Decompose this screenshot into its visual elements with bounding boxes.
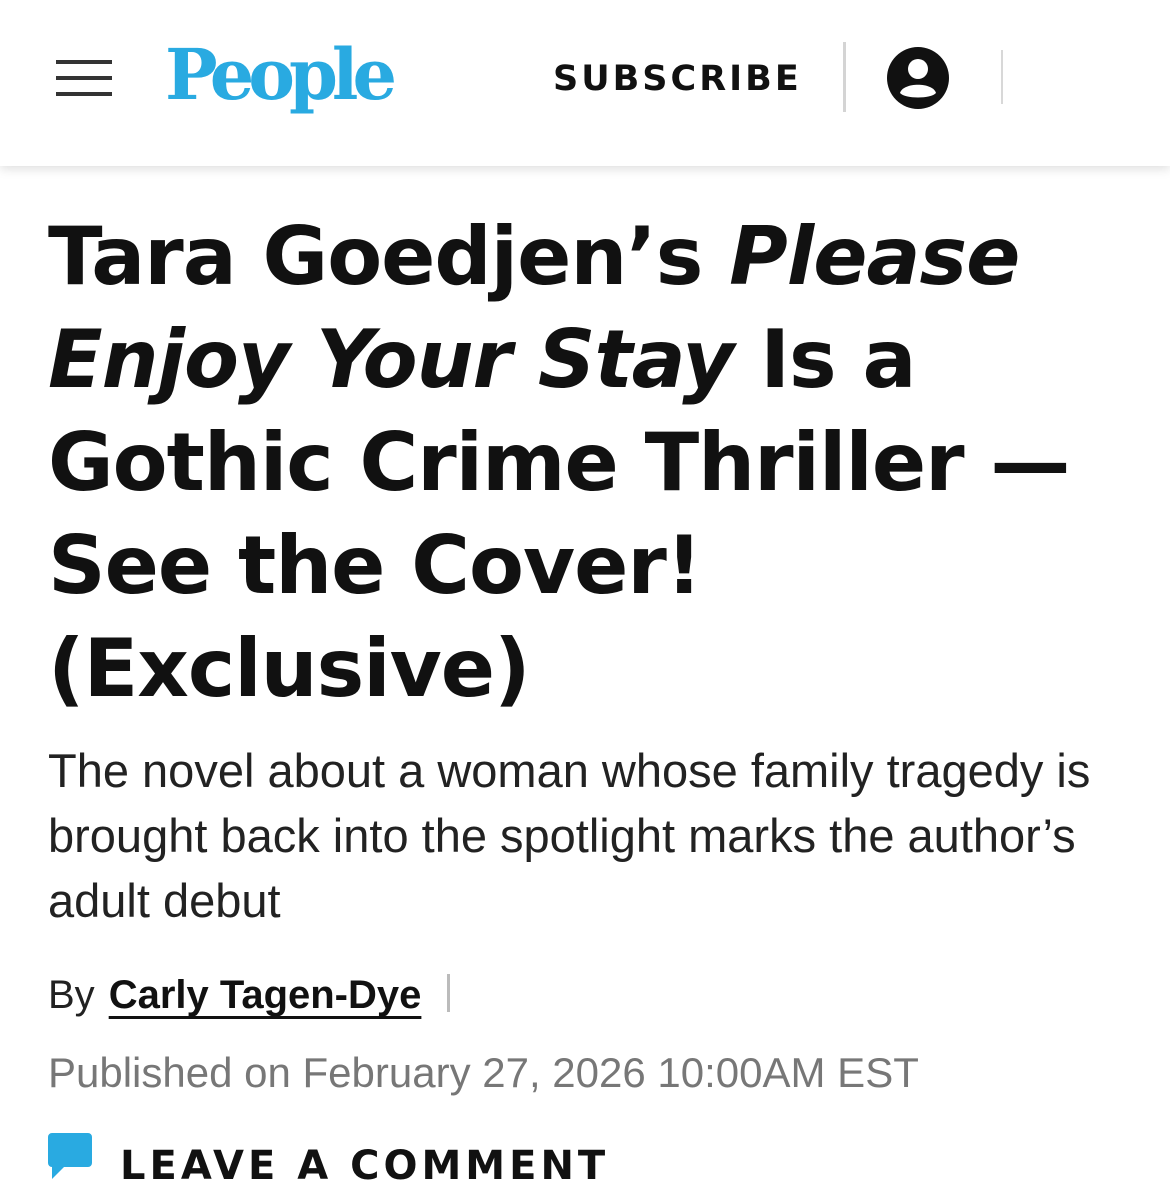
- published-date: Published on February 27, 2026 10:00AM E…: [48, 1049, 919, 1096]
- author-link[interactable]: Carly Tagen-Dye: [109, 973, 422, 1017]
- user-account-icon-graphic: [887, 47, 949, 109]
- header-divider-right: [1001, 50, 1003, 104]
- menu-bar-middle: [56, 76, 112, 80]
- leave-comment-label: LEAVE A COMMENT: [120, 1143, 610, 1189]
- subscribe-button[interactable]: SUBSCRIBE: [553, 54, 805, 104]
- leave-comment-button[interactable]: LEAVE A COMMENT: [48, 1128, 609, 1189]
- comment-bubble-icon: [48, 1133, 92, 1179]
- people-logo[interactable]: People: [165, 30, 397, 120]
- article: Tara Goedjen’s Please Enjoy Your Stay Is…: [48, 205, 1128, 933]
- byline-prefix: By: [48, 973, 95, 1017]
- headline-part-1: Tara Goedjen’s: [48, 210, 730, 303]
- byline-divider: [447, 974, 451, 1012]
- site-header: People SUBSCRIBE: [0, 0, 1170, 166]
- byline: By Carly Tagen-Dye: [48, 965, 451, 1025]
- menu-bar-bottom: [56, 92, 112, 96]
- header-divider: [843, 42, 846, 112]
- article-dek: The novel about a woman whose family tra…: [48, 744, 1091, 927]
- menu-bar-top: [56, 60, 112, 64]
- hamburger-menu-icon[interactable]: [56, 60, 112, 96]
- user-account-icon[interactable]: [887, 47, 949, 109]
- article-headline: Tara Goedjen’s Please Enjoy Your Stay Is…: [48, 205, 1128, 720]
